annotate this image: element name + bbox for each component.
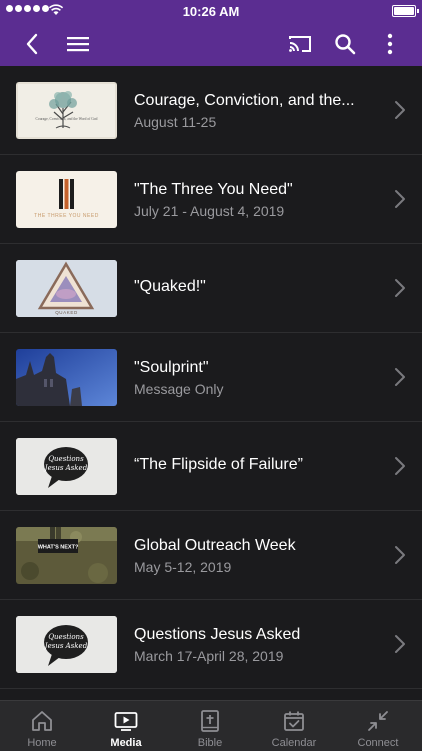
bible-icon: [201, 710, 219, 732]
battery-icon: [392, 5, 419, 17]
tab-connect[interactable]: Connect: [336, 701, 420, 751]
media-item-subtitle: March 17-April 28, 2019: [134, 648, 284, 664]
bubble-thumbnail-line2: Jesus Asked: [43, 464, 88, 472]
media-item-subtitle: May 5-12, 2019: [134, 559, 232, 575]
cast-button[interactable]: [280, 22, 320, 66]
tab-label: Media: [110, 737, 142, 749]
chevron-right-icon: [395, 101, 405, 119]
home-icon: [32, 711, 52, 731]
media-item-title: Courage, Conviction, and the...: [134, 92, 355, 109]
chevron-right-icon: [395, 368, 405, 386]
media-item-subtitle: July 21 - August 4, 2019: [134, 203, 285, 219]
hamburger-menu-icon: [67, 37, 89, 52]
media-list-item-partial[interactable]: [0, 689, 422, 700]
tab-home[interactable]: Home: [0, 701, 84, 751]
menu-button[interactable]: [58, 22, 98, 66]
tree-thumbnail-caption: Courage, Conviction, and the Word of God: [36, 117, 98, 122]
media-item-subtitle: August 11-25: [134, 114, 217, 130]
bubble-thumbnail-line1: Questions: [48, 455, 84, 463]
media-list-item[interactable]: QUAKED "Quaked!": [0, 244, 422, 333]
media-icon: [114, 712, 138, 731]
media-list-item[interactable]: Courage, Conviction, and the Word of God…: [0, 66, 422, 155]
chevron-left-icon: [26, 33, 38, 55]
chevron-right-icon: [395, 279, 405, 297]
media-list-item[interactable]: Questions Jesus Asked Questions Jesus As…: [0, 600, 422, 689]
media-item-title: “The Flipside of Failure”: [134, 456, 303, 473]
three-bars-thumbnail-caption: THE THREE YOU NEED: [34, 213, 99, 219]
top-nav-bar: [0, 22, 422, 66]
connect-icon: [368, 711, 388, 731]
media-list-item[interactable]: WHAT'S NEXT? Global Outreach Week May 5-…: [0, 511, 422, 600]
bottom-tab-bar: Home Media Bible Calendar Connect: [0, 700, 422, 751]
vertical-dots-icon: [387, 33, 393, 55]
back-button[interactable]: [12, 22, 52, 66]
three-bars-thumbnail: THE THREE YOU NEED: [16, 171, 117, 228]
status-bar: 10:26 AM: [0, 0, 422, 22]
calendar-icon: [284, 711, 304, 731]
tab-media[interactable]: Media: [84, 701, 168, 751]
search-icon: [335, 34, 356, 55]
search-button[interactable]: [325, 22, 365, 66]
tree-drawing-thumbnail: Courage, Conviction, and the Word of God: [16, 82, 117, 139]
media-item-title: "Soulprint": [134, 359, 209, 376]
speech-bubble-thumbnail: Questions Jesus Asked: [16, 438, 117, 495]
outreach-photo-thumbnail: WHAT'S NEXT?: [16, 527, 117, 584]
media-list-item[interactable]: "Soulprint" Message Only: [0, 333, 422, 422]
speech-bubble-thumbnail: Questions Jesus Asked: [16, 616, 117, 673]
bubble-thumbnail-line2: Jesus Asked: [43, 642, 88, 650]
tab-calendar[interactable]: Calendar: [252, 701, 336, 751]
media-item-title: Questions Jesus Asked: [134, 626, 301, 643]
tab-bible[interactable]: Bible: [168, 701, 252, 751]
media-list-item[interactable]: THE THREE YOU NEED "The Three You Need" …: [0, 155, 422, 244]
media-list-item[interactable]: Questions Jesus Asked “The Flipside of F…: [0, 422, 422, 511]
tab-label: Connect: [357, 737, 399, 749]
more-options-button[interactable]: [370, 22, 410, 66]
media-item-title: "The Three You Need": [134, 181, 293, 198]
triangle-photo-thumbnail: QUAKED: [16, 260, 117, 317]
chevron-right-icon: [395, 546, 405, 564]
tab-label: Home: [27, 737, 57, 749]
tab-label: Calendar: [271, 737, 317, 749]
tab-label: Bible: [197, 737, 223, 749]
outreach-thumbnail-caption: WHAT'S NEXT?: [38, 545, 79, 551]
bubble-thumbnail-line1: Questions: [48, 633, 84, 641]
media-item-title: Global Outreach Week: [134, 537, 296, 554]
chevron-right-icon: [395, 190, 405, 208]
chevron-right-icon: [395, 457, 405, 475]
media-item-title: "Quaked!": [134, 278, 206, 295]
quaked-thumbnail-caption: QUAKED: [55, 310, 78, 315]
status-time: 10:26 AM: [182, 4, 240, 19]
cathedral-photo-thumbnail: [16, 349, 117, 406]
media-item-subtitle: Message Only: [134, 381, 224, 397]
cast-icon: [289, 36, 311, 52]
media-series-list: Courage, Conviction, and the Word of God…: [0, 66, 422, 700]
chevron-right-icon: [395, 635, 405, 653]
